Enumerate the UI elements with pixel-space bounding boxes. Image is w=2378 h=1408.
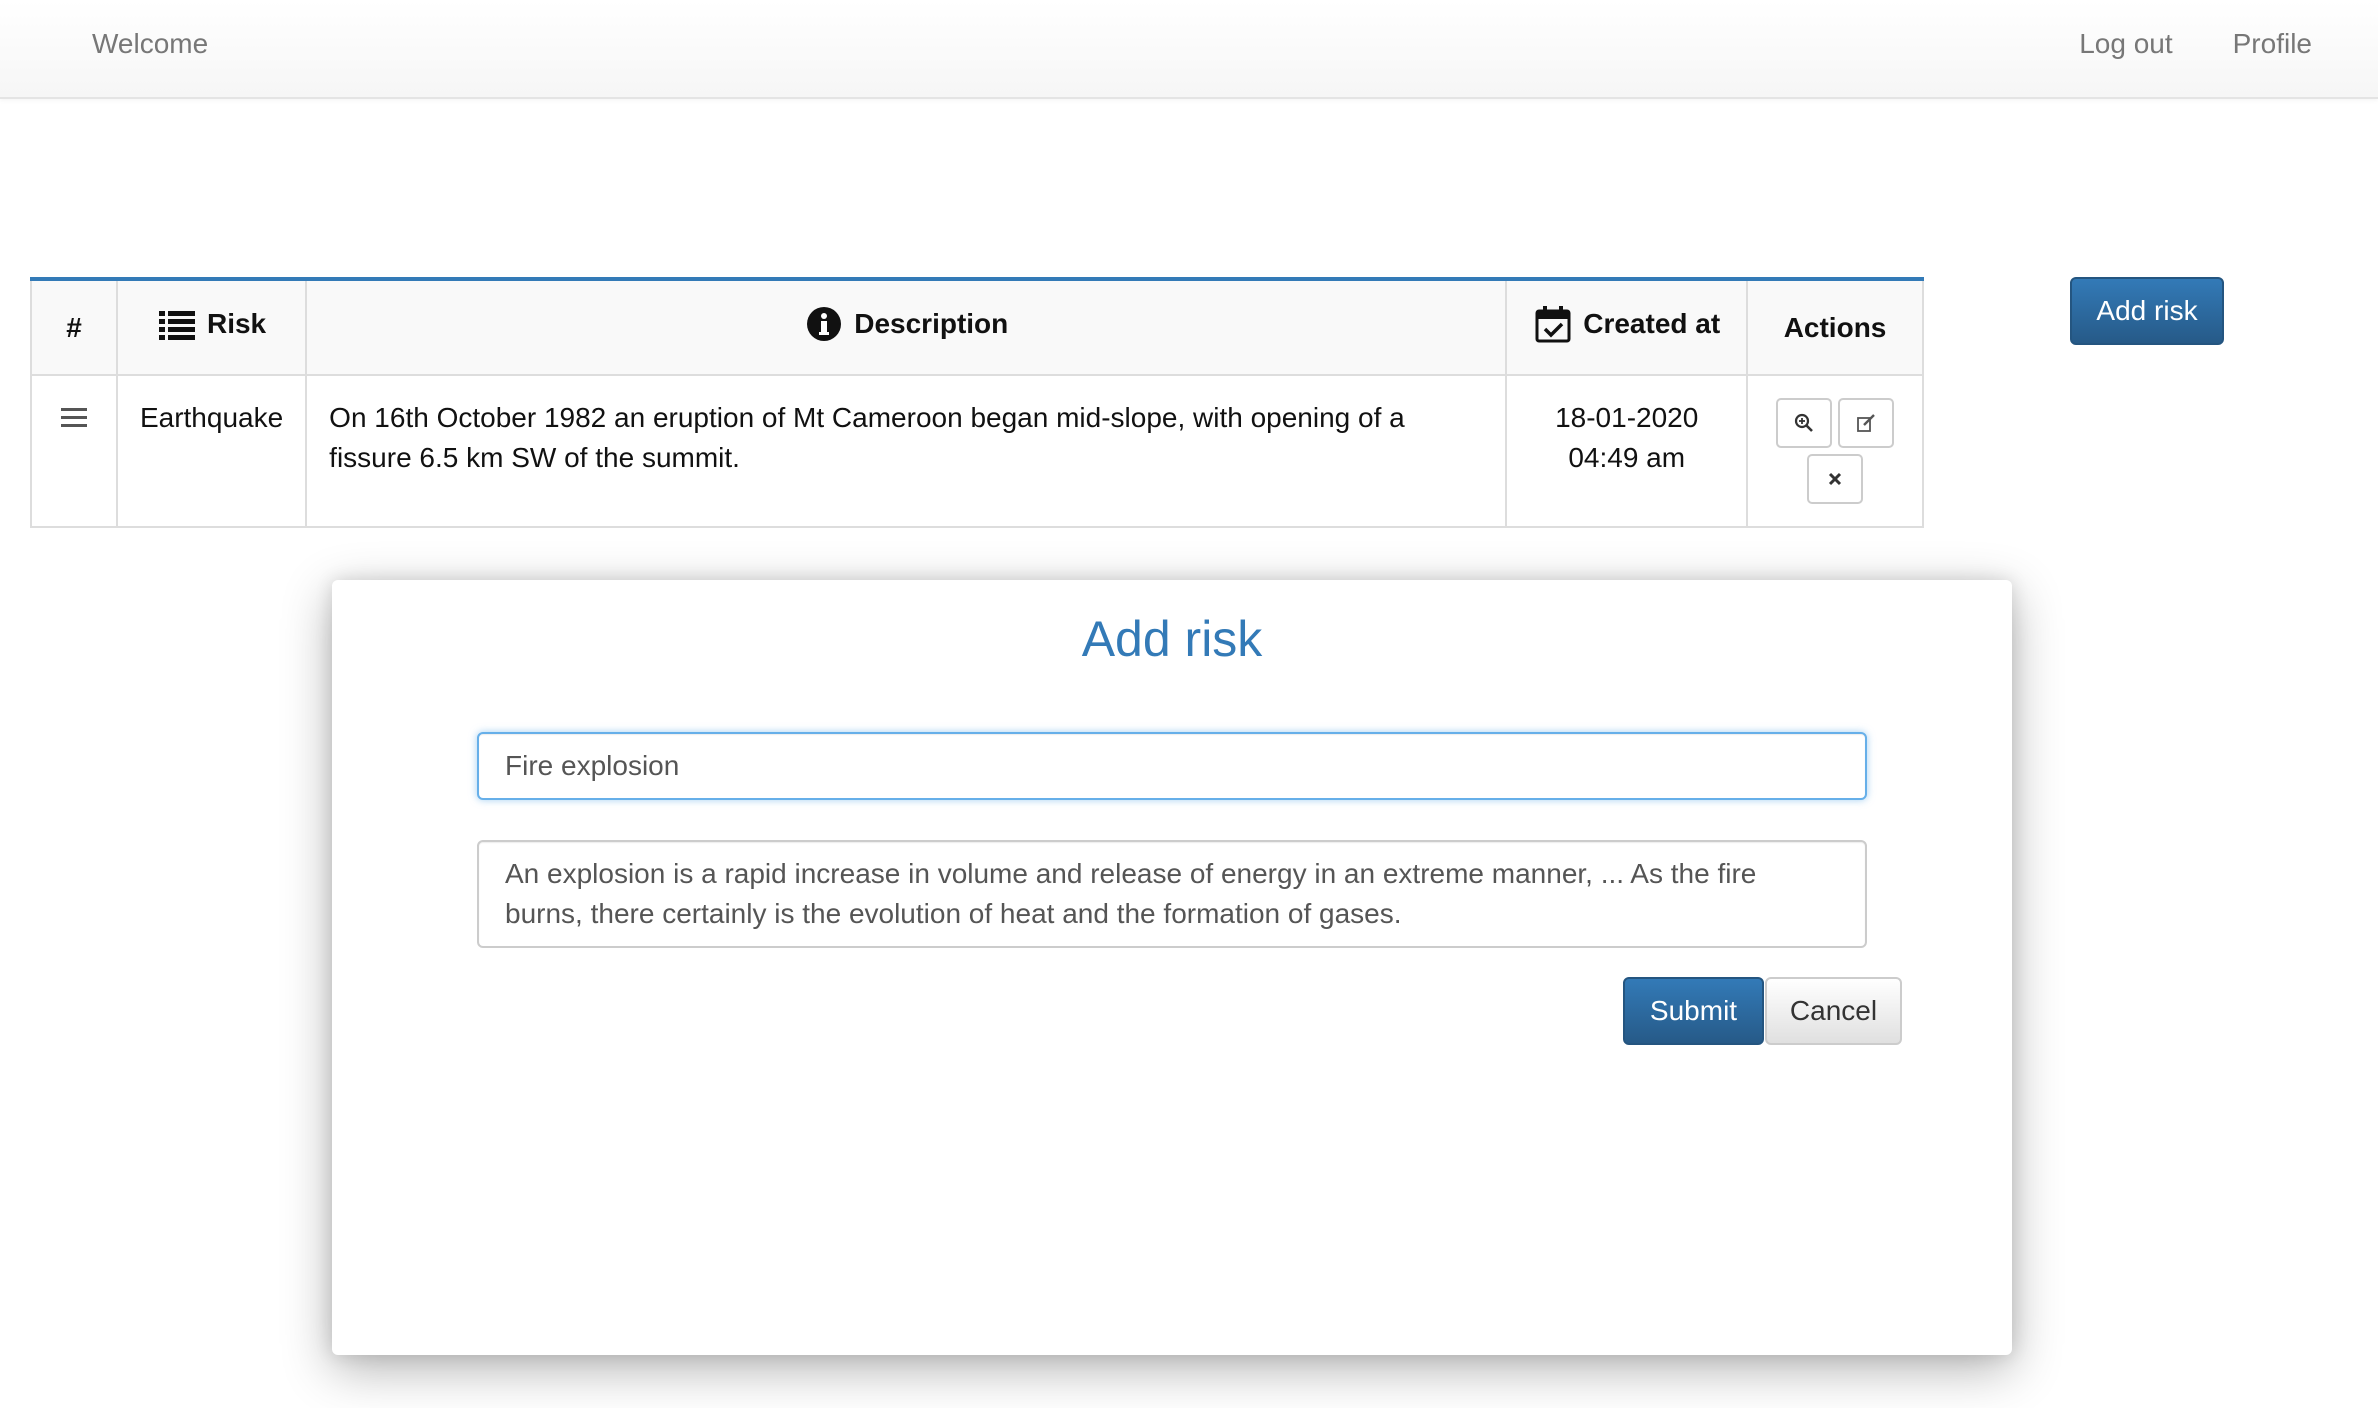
row-drag-cell: [30, 374, 118, 528]
row-created-time: 04:49 am: [1568, 442, 1686, 473]
action-buttons: [1775, 398, 1895, 504]
header-risk-label: Risk: [206, 308, 267, 339]
submit-button[interactable]: Submit: [1623, 977, 1764, 1045]
info-icon: [807, 307, 842, 341]
calendar-check-icon: [1535, 306, 1571, 343]
row-risk: Earthquake: [115, 374, 308, 528]
top-navbar: Welcome Log out Profile: [0, 0, 2378, 99]
hamburger-icon[interactable]: [60, 408, 87, 428]
risks-table: # Risk Description Created at Actions Ea…: [30, 277, 1924, 528]
row-description: On 16th October 1982 an eruption of Mt C…: [305, 374, 1508, 528]
close-icon: [1828, 472, 1842, 486]
table-row: Earthquake On 16th October 1982 an erupt…: [30, 374, 1924, 528]
logout-link[interactable]: Log out: [2079, 28, 2172, 60]
zoom-in-icon: [1794, 413, 1813, 432]
list-icon: [158, 311, 195, 340]
edit-icon: [1857, 414, 1875, 432]
header-description: Description: [305, 278, 1508, 376]
nav-links: Log out Profile: [2079, 28, 2312, 60]
view-risk-button[interactable]: [1776, 398, 1833, 448]
edit-risk-button[interactable]: [1838, 398, 1895, 448]
header-index: #: [30, 278, 118, 376]
row-created-at: 18-01-2020 04:49 am: [1505, 374, 1749, 528]
table-header-row: # Risk Description Created at Actions: [30, 278, 1924, 376]
nav-brand-welcome[interactable]: Welcome: [92, 28, 208, 60]
header-risk: Risk: [115, 278, 308, 376]
row-created-date: 18-01-2020: [1555, 402, 1699, 433]
add-risk-modal: Add risk An explosion is a rapid increas…: [332, 580, 2012, 1355]
delete-risk-button[interactable]: [1807, 454, 1864, 504]
cancel-button[interactable]: Cancel: [1765, 977, 1902, 1045]
risk-description-textarea[interactable]: An explosion is a rapid increase in volu…: [477, 840, 1867, 948]
modal-title: Add risk: [1081, 611, 1263, 667]
header-created-at: Created at: [1505, 278, 1749, 376]
add-risk-button[interactable]: Add risk: [2070, 277, 2224, 345]
risk-title-input[interactable]: [477, 732, 1867, 800]
header-actions: Actions: [1746, 278, 1924, 376]
header-created-at-label: Created at: [1583, 308, 1721, 339]
row-actions: [1746, 374, 1924, 528]
profile-link[interactable]: Profile: [2233, 28, 2312, 60]
header-description-label: Description: [854, 308, 1009, 339]
